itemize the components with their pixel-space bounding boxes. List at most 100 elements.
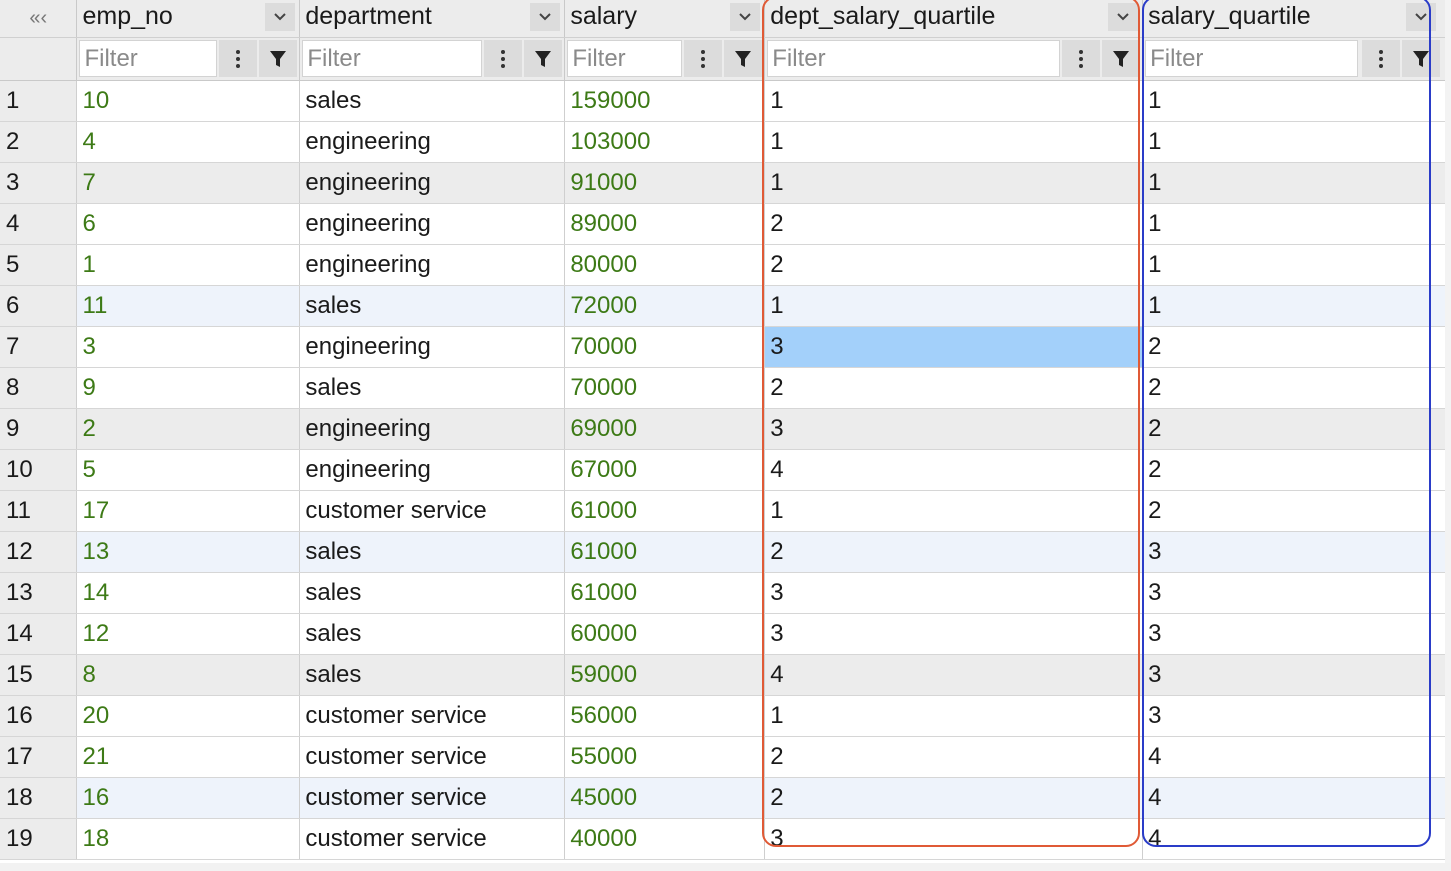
cell-emp-no[interactable]: 12 (76, 613, 301, 655)
cell-salary-quartile[interactable]: 3 (1142, 613, 1451, 655)
cell-salary-quartile[interactable]: 4 (1142, 736, 1451, 778)
cell-department[interactable]: customer service (299, 695, 566, 737)
cell-dept-salary-quartile[interactable]: 1 (764, 162, 1144, 204)
table-row[interactable]: 19 18 customer service 40000 3 4 (0, 818, 1451, 860)
row-number-cell[interactable]: 8 (0, 367, 78, 409)
vertical-scrollbar[interactable] (1445, 0, 1451, 871)
cell-emp-no[interactable]: 3 (76, 326, 301, 368)
chevron-down-icon[interactable] (265, 3, 296, 31)
header-salary[interactable]: salary (564, 0, 766, 38)
row-number-cell[interactable]: 5 (0, 244, 78, 286)
cell-dept-salary-quartile[interactable]: 3 (764, 572, 1144, 614)
cell-emp-no[interactable]: 21 (76, 736, 301, 778)
cell-emp-no[interactable]: 16 (76, 777, 301, 819)
row-number-cell[interactable]: 10 (0, 449, 78, 491)
cell-dept-salary-quartile[interactable]: 2 (764, 736, 1144, 778)
row-number-cell[interactable]: 12 (0, 531, 78, 573)
row-number-cell[interactable]: 19 (0, 818, 78, 860)
cell-emp-no[interactable]: 9 (76, 367, 301, 409)
cell-dept-salary-quartile[interactable]: 2 (764, 244, 1144, 286)
table-row[interactable]: 2 4 engineering 103000 1 1 (0, 121, 1451, 163)
filter-input-department[interactable] (303, 41, 482, 76)
cell-salary[interactable]: 89000 (564, 203, 766, 245)
cell-emp-no[interactable]: 11 (76, 285, 301, 327)
cell-salary[interactable]: 103000 (564, 121, 766, 163)
table-row[interactable]: 10 5 engineering 67000 4 2 (0, 449, 1451, 491)
row-number-cell[interactable]: 18 (0, 777, 78, 819)
cell-emp-no[interactable]: 13 (76, 531, 301, 573)
cell-emp-no[interactable]: 2 (76, 408, 301, 450)
table-row[interactable]: 13 14 sales 61000 3 3 (0, 572, 1451, 614)
header-salary-quartile[interactable]: salary_quartile (1142, 0, 1451, 38)
chevron-down-icon[interactable] (1406, 3, 1436, 31)
cell-department[interactable]: engineering (299, 203, 566, 245)
row-number-cell[interactable]: 17 (0, 736, 78, 778)
cell-dept-salary-quartile[interactable]: 4 (764, 654, 1144, 696)
cell-salary[interactable]: 40000 (564, 818, 766, 860)
cell-dept-salary-quartile[interactable]: 1 (764, 490, 1144, 532)
cell-salary[interactable]: 61000 (564, 531, 766, 573)
cell-department[interactable]: sales (299, 572, 566, 614)
filter-funnel-icon[interactable] (1102, 40, 1141, 77)
table-row[interactable]: 6 11 sales 72000 1 1 (0, 285, 1451, 327)
cell-salary-quartile[interactable]: 1 (1142, 80, 1451, 122)
cell-salary-quartile[interactable]: 2 (1142, 449, 1451, 491)
horizontal-scrollbar[interactable] (0, 863, 1451, 871)
row-number-cell[interactable]: 2 (0, 121, 78, 163)
more-options-icon[interactable] (684, 40, 723, 77)
chevron-down-icon[interactable] (1108, 3, 1139, 31)
cell-dept-salary-quartile[interactable]: 3 (764, 818, 1144, 860)
cell-department[interactable]: sales (299, 613, 566, 655)
cell-salary-quartile[interactable]: 1 (1142, 203, 1451, 245)
filter-input-salary-quartile[interactable] (1146, 41, 1357, 76)
table-row[interactable]: 15 8 sales 59000 4 3 (0, 654, 1451, 696)
filter-input-emp-no[interactable] (80, 41, 217, 76)
table-row[interactable]: 9 2 engineering 69000 3 2 (0, 408, 1451, 450)
cell-department[interactable]: engineering (299, 326, 566, 368)
more-options-icon[interactable] (1062, 40, 1101, 77)
collapse-rows-icon[interactable]: «‹ (0, 0, 78, 38)
cell-emp-no[interactable]: 10 (76, 80, 301, 122)
table-row[interactable]: 14 12 sales 60000 3 3 (0, 613, 1451, 655)
row-number-cell[interactable]: 4 (0, 203, 78, 245)
cell-department[interactable]: customer service (299, 490, 566, 532)
cell-department[interactable]: engineering (299, 121, 566, 163)
filter-input-salary[interactable] (568, 41, 682, 76)
table-row[interactable]: 4 6 engineering 89000 2 1 (0, 203, 1451, 245)
table-row[interactable]: 11 17 customer service 61000 1 2 (0, 490, 1451, 532)
row-number-cell[interactable]: 16 (0, 695, 78, 737)
table-row[interactable]: 17 21 customer service 55000 2 4 (0, 736, 1451, 778)
cell-department[interactable]: engineering (299, 449, 566, 491)
cell-salary-quartile[interactable]: 1 (1142, 121, 1451, 163)
cell-salary[interactable]: 70000 (564, 326, 766, 368)
chevron-down-icon[interactable] (530, 3, 561, 31)
cell-salary-quartile[interactable]: 1 (1142, 244, 1451, 286)
cell-department[interactable]: sales (299, 531, 566, 573)
table-row[interactable]: 16 20 customer service 56000 1 3 (0, 695, 1451, 737)
cell-department[interactable]: sales (299, 654, 566, 696)
cell-salary-quartile[interactable]: 2 (1142, 326, 1451, 368)
cell-department[interactable]: customer service (299, 777, 566, 819)
cell-salary-quartile[interactable]: 4 (1142, 777, 1451, 819)
cell-salary[interactable]: 72000 (564, 285, 766, 327)
row-number-cell[interactable]: 3 (0, 162, 78, 204)
cell-salary[interactable]: 61000 (564, 490, 766, 532)
table-row[interactable]: 3 7 engineering 91000 1 1 (0, 162, 1451, 204)
more-options-icon[interactable] (484, 40, 523, 77)
row-number-cell[interactable]: 9 (0, 408, 78, 450)
cell-salary[interactable]: 80000 (564, 244, 766, 286)
row-number-cell[interactable]: 15 (0, 654, 78, 696)
cell-emp-no[interactable]: 14 (76, 572, 301, 614)
cell-department[interactable]: engineering (299, 408, 566, 450)
cell-salary-quartile[interactable]: 3 (1142, 572, 1451, 614)
cell-department[interactable]: sales (299, 80, 566, 122)
table-row[interactable]: 8 9 sales 70000 2 2 (0, 367, 1451, 409)
cell-dept-salary-quartile[interactable]: 1 (764, 80, 1144, 122)
row-number-cell[interactable]: 14 (0, 613, 78, 655)
more-options-icon[interactable] (219, 40, 258, 77)
cell-salary-quartile[interactable]: 2 (1142, 408, 1451, 450)
row-number-cell[interactable]: 6 (0, 285, 78, 327)
header-emp-no[interactable]: emp_no (76, 0, 301, 38)
cell-department[interactable]: sales (299, 367, 566, 409)
cell-emp-no[interactable]: 4 (76, 121, 301, 163)
